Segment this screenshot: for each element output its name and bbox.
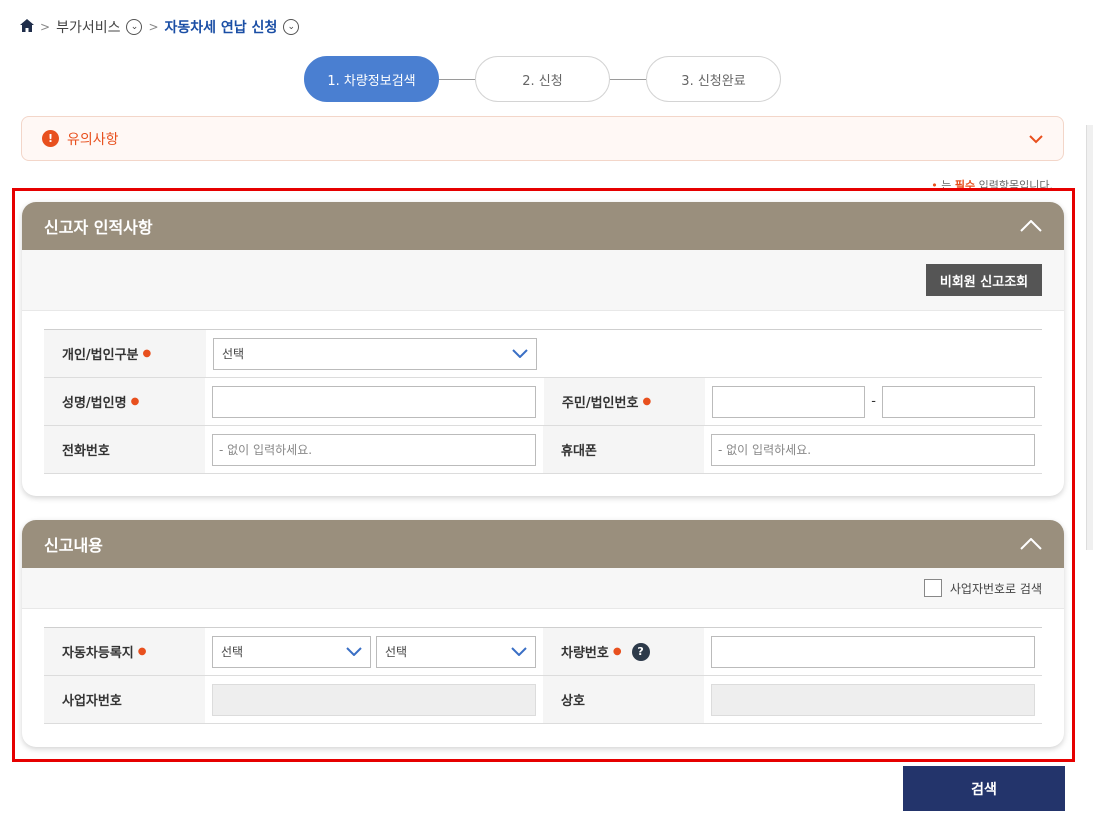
biz-no-label: 사업자번호 xyxy=(44,676,205,723)
region-select-1[interactable]: 선택 xyxy=(212,635,371,668)
form-row: 개인/법인구분 ● 선택 xyxy=(44,330,1042,378)
car-no-label: 차량번호 ● ? xyxy=(543,628,704,675)
required-dot-icon: • xyxy=(931,179,938,192)
search-button[interactable]: 검색 xyxy=(903,766,1065,811)
step-1: 1. 차량정보검색 xyxy=(304,56,439,102)
report-panel-header[interactable]: 신고내용 xyxy=(22,520,1064,568)
notice-accordion[interactable]: ! 유의사항 xyxy=(21,116,1064,161)
biz-search-toggle[interactable]: 사업자번호로 검색 xyxy=(923,579,1042,597)
mobile-input[interactable]: - 없이 입력하세요. xyxy=(711,433,1035,466)
car-no-input[interactable] xyxy=(711,635,1035,668)
chevron-down-icon xyxy=(346,644,362,660)
id-separator: - xyxy=(871,394,876,409)
region-label: 자동차등록지 ● xyxy=(44,628,205,675)
step-3: 3. 신청완료 xyxy=(646,56,781,102)
report-toolbar: 사업자번호로 검색 xyxy=(22,568,1064,609)
biz-search-label: 사업자번호로 검색 xyxy=(949,581,1042,596)
applicant-toolbar: 비회원 신고조회 xyxy=(22,250,1064,311)
required-dot-icon: ● xyxy=(142,348,152,359)
required-dot-icon: ● xyxy=(137,646,147,657)
mobile-label: 휴대폰 xyxy=(543,426,704,473)
applicant-panel: 신고자 인적사항 비회원 신고조회 개인/법인구분 ● 선택 성명/법인명 ● 주민… xyxy=(22,202,1064,496)
region-select-2[interactable]: 선택 xyxy=(376,635,536,668)
biz-search-checkbox[interactable] xyxy=(923,579,942,597)
non-member-lookup-button[interactable]: 비회원 신고조회 xyxy=(926,264,1042,296)
form-row: 자동차등록지 ● 선택 선택 차량번호 ● ? xyxy=(44,628,1042,676)
applicant-panel-header[interactable]: 신고자 인적사항 xyxy=(22,202,1064,250)
name-label: 성명/법인명 ● xyxy=(44,378,206,425)
required-dot-icon: ● xyxy=(642,396,652,407)
required-dot-icon: ● xyxy=(130,396,140,407)
step-connector xyxy=(610,78,646,80)
chevron-right-icon: > xyxy=(148,20,159,34)
name-input[interactable] xyxy=(212,385,537,418)
chevron-down-icon xyxy=(511,644,527,660)
company-label: 상호 xyxy=(543,676,704,723)
required-dot-icon: ● xyxy=(612,646,622,657)
id-input-back[interactable] xyxy=(881,385,1035,418)
help-icon[interactable]: ? xyxy=(631,642,650,661)
chevron-up-icon[interactable] xyxy=(1020,534,1042,555)
breadcrumb-item-current[interactable]: 자동차세 연납 신청 xyxy=(165,17,278,37)
breadcrumb: > 부가서비스 ⌄ > 자동차세 연납 신청 ⌄ xyxy=(20,17,300,37)
scrollbar[interactable] xyxy=(1086,125,1093,550)
home-icon[interactable] xyxy=(20,18,34,36)
id-input-front[interactable] xyxy=(712,385,866,418)
notice-label: 유의사항 xyxy=(67,131,119,148)
phone-label: 전화번호 xyxy=(44,426,205,473)
id-label: 주민/법인번호 ● xyxy=(543,378,706,425)
report-form: 자동차등록지 ● 선택 선택 차량번호 ● ? 사업자번호 상호 xyxy=(44,627,1042,724)
type-select[interactable]: 선택 xyxy=(213,337,537,370)
form-row: 성명/법인명 ● 주민/법인번호 ● - xyxy=(44,378,1042,426)
breadcrumb-item-service[interactable]: 부가서비스 xyxy=(56,17,120,37)
step-connector xyxy=(439,78,475,80)
step-2: 2. 신청 xyxy=(475,56,610,102)
chevron-down-icon[interactable]: ⌄ xyxy=(283,19,300,35)
chevron-down-icon[interactable]: ⌄ xyxy=(126,19,143,35)
phone-input[interactable]: - 없이 입력하세요. xyxy=(212,433,536,466)
required-note: • 는 필수 입력항목입니다. xyxy=(931,179,1053,192)
warning-icon: ! xyxy=(42,130,59,147)
applicant-panel-title: 신고자 인적사항 xyxy=(44,218,153,237)
report-panel: 신고내용 사업자번호로 검색 자동차등록지 ● 선택 선택 차량번호 ● ? 사… xyxy=(22,520,1064,747)
form-row: 사업자번호 상호 xyxy=(44,676,1042,724)
chevron-down-icon xyxy=(512,346,528,362)
report-panel-title: 신고내용 xyxy=(44,536,103,555)
company-input xyxy=(711,683,1035,716)
chevron-down-icon[interactable] xyxy=(1029,129,1043,148)
chevron-right-icon: > xyxy=(40,20,51,34)
applicant-form: 개인/법인구분 ● 선택 성명/법인명 ● 주민/법인번호 ● - 전화번호 - 없이… xyxy=(44,329,1042,474)
form-row: 전화번호 - 없이 입력하세요. 휴대폰 - 없이 입력하세요. xyxy=(44,426,1042,474)
step-indicator: 1. 차량정보검색 2. 신청 3. 신청완료 xyxy=(304,56,781,102)
chevron-up-icon[interactable] xyxy=(1020,216,1042,237)
type-label: 개인/법인구분 ● xyxy=(44,330,206,377)
biz-no-input xyxy=(212,683,536,716)
